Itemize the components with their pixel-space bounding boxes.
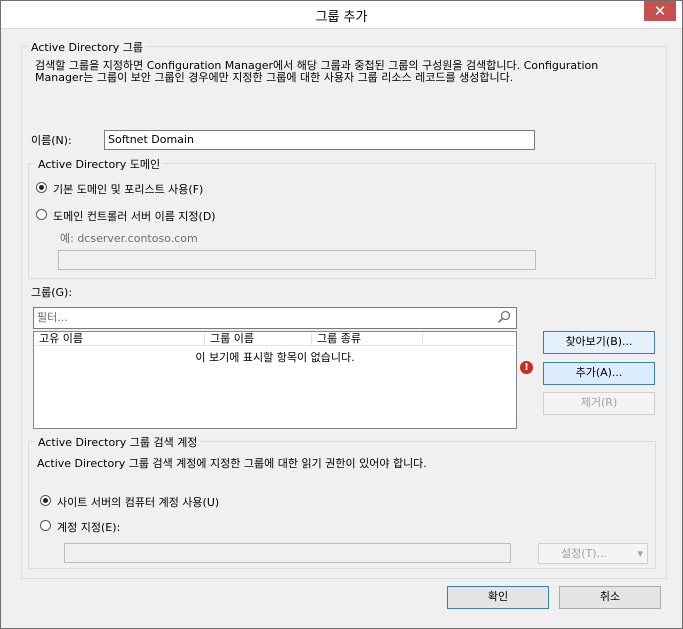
column-header-group-type[interactable]: 그룹 종류: [312, 332, 423, 346]
chevron-down-icon: ▾: [637, 547, 643, 560]
groups-label: 그룹(G):: [31, 286, 73, 299]
title-bar: 그룹 추가 ✕: [1, 1, 682, 29]
ad-group-description: 검색할 그룹을 지정하면 Configuration Manager에서 해당 …: [35, 59, 599, 84]
domain-legend: Active Directory 도메인: [35, 156, 164, 172]
default-domain-label[interactable]: 기본 도메인 및 포리스트 사용(F): [53, 181, 203, 197]
browse-button[interactable]: 찾아보기(B)...: [543, 331, 655, 354]
site-server-account-label[interactable]: 사이트 서버의 컴퓨터 계정 사용(U): [57, 494, 219, 510]
add-group-dialog: 그룹 추가 ✕ Active Directory 그룹 검색할 그룹을 지정하면…: [0, 0, 683, 629]
window-title: 그룹 추가: [315, 10, 368, 25]
groups-list[interactable]: 고유 이름 그룹 이름 그룹 종류 이 보기에 표시할 항목이 없습니다.: [33, 331, 517, 429]
filter-placeholder: 필터...: [37, 311, 68, 324]
remove-button[interactable]: 제거(R): [543, 392, 655, 415]
specify-account-label[interactable]: 계정 지정(E):: [57, 519, 120, 535]
name-label: 이름(N):: [31, 134, 72, 147]
site-server-account-radio[interactable]: [40, 495, 51, 506]
groups-list-header: 고유 이름 그룹 이름 그룹 종류: [34, 332, 516, 346]
dc-example-text: 예: dcserver.contoso.com: [60, 232, 198, 245]
close-icon: ✕: [653, 2, 667, 20]
column-header-distinguished-name[interactable]: 고유 이름: [34, 332, 205, 346]
default-domain-radio[interactable]: [36, 182, 47, 193]
settings-label: 설정(T)...: [561, 547, 608, 560]
account-description: Active Directory 그룹 검색 계정에 지정한 그룹에 대한 읽기…: [37, 457, 427, 470]
error-icon: !: [520, 361, 533, 374]
cancel-button[interactable]: 취소: [559, 586, 661, 609]
account-input[interactable]: [64, 543, 511, 563]
specify-dc-label[interactable]: 도메인 컨트롤러 서버 이름 지정(D): [53, 208, 216, 224]
name-input[interactable]: Softnet Domain: [104, 130, 535, 150]
settings-dropdown-button[interactable]: 설정(T)... ▾: [538, 543, 648, 564]
ok-button[interactable]: 확인: [447, 586, 549, 609]
close-button[interactable]: ✕: [644, 1, 676, 21]
dc-server-input[interactable]: [58, 250, 536, 270]
specify-dc-radio[interactable]: [36, 209, 47, 220]
column-header-group-name[interactable]: 그룹 이름: [205, 332, 312, 346]
ad-group-legend: Active Directory 그룹: [28, 39, 146, 55]
specify-account-radio[interactable]: [40, 520, 51, 531]
search-icon[interactable]: [497, 310, 511, 324]
empty-list-message: 이 보기에 표시할 항목이 없습니다.: [195, 351, 355, 364]
groups-filter-input[interactable]: 필터...: [33, 307, 517, 329]
add-button[interactable]: 추가(A)...: [543, 362, 655, 385]
account-legend: Active Directory 그룹 검색 계정: [35, 434, 201, 450]
